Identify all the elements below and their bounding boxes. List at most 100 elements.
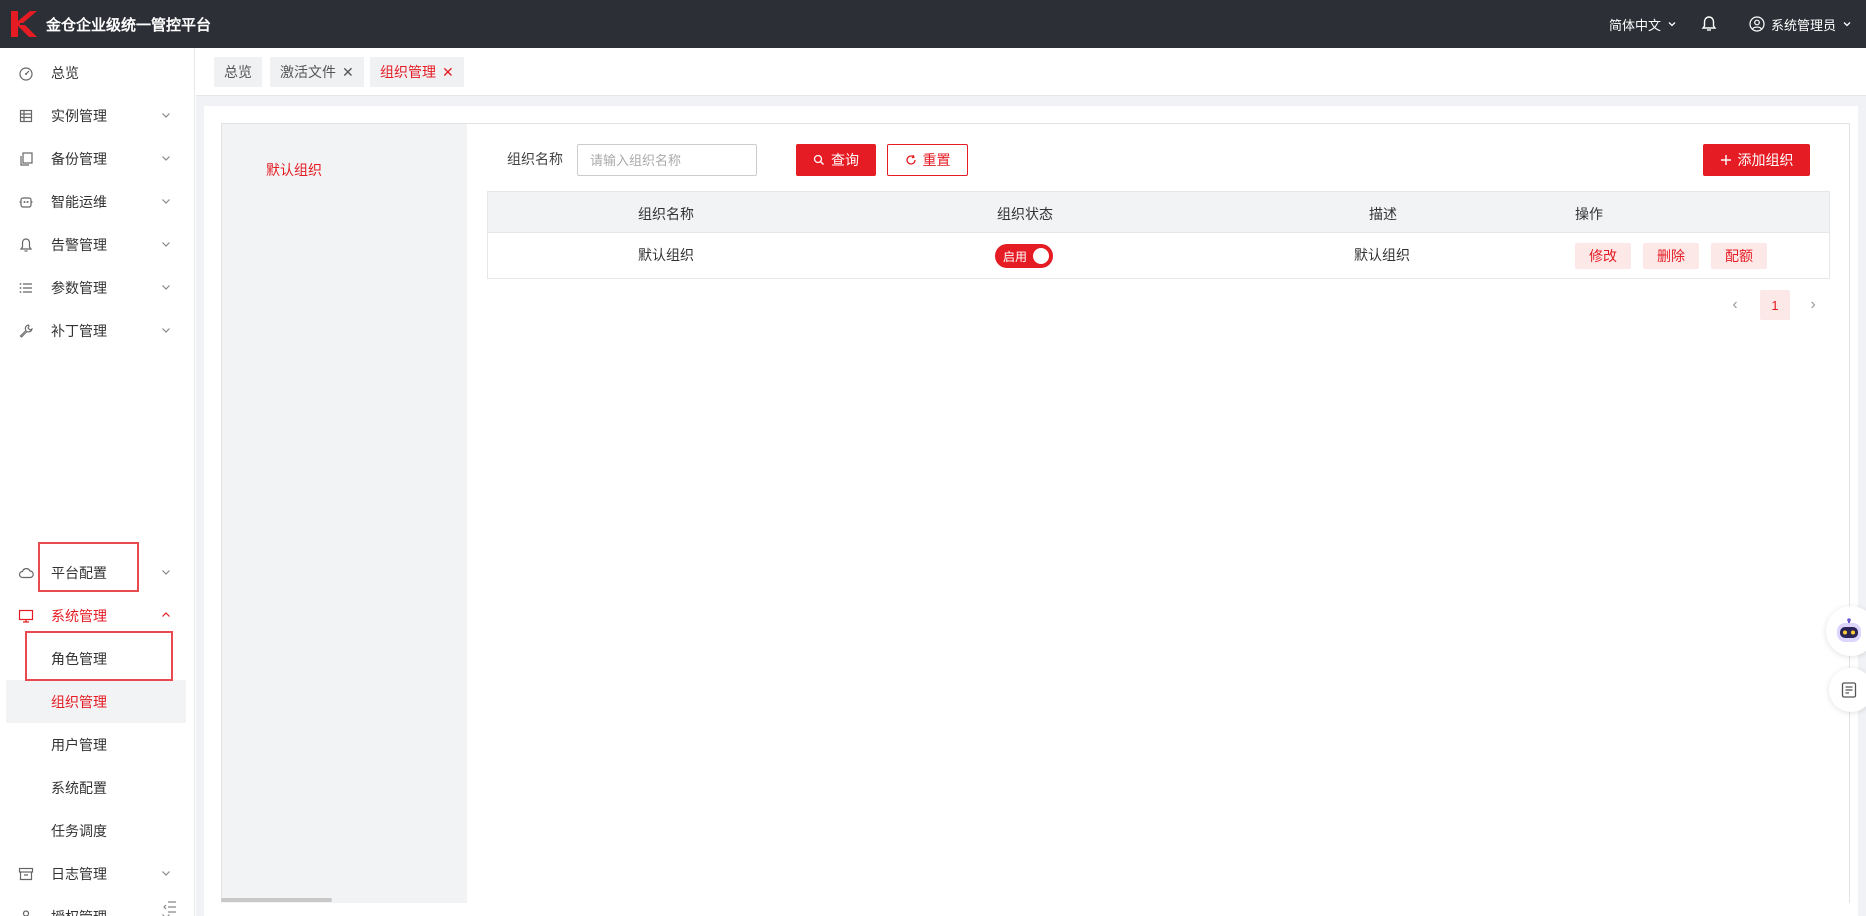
- sidebar-subitem-label: 用户管理: [51, 736, 107, 753]
- sidebar-item-platform-config[interactable]: 平台配置: [0, 551, 195, 594]
- org-name-input[interactable]: [577, 144, 757, 176]
- language-label: 简体中文: [1608, 17, 1661, 33]
- copy-icon: [18, 151, 34, 167]
- chevron-down-icon: [159, 194, 173, 208]
- query-label: 查询: [831, 152, 859, 168]
- kingbase-logo-icon: [11, 11, 37, 37]
- sidebar-item-parameters[interactable]: 参数管理: [0, 266, 195, 309]
- close-icon[interactable]: ✕: [342, 65, 354, 79]
- tab-label: 激活文件: [280, 64, 336, 80]
- chevron-up-icon: [159, 608, 173, 622]
- add-organization-button[interactable]: 添加组织: [1703, 144, 1810, 176]
- sidebar-item-label: 备份管理: [51, 150, 107, 167]
- sidebar-item-label: 日志管理: [51, 865, 107, 882]
- pagination-page-1[interactable]: 1: [1760, 290, 1790, 320]
- cell-org-name: 默认组织: [638, 247, 694, 263]
- user-menu[interactable]: 系统管理员: [1749, 15, 1852, 34]
- logo: [0, 0, 46, 48]
- collapse-sidebar-icon[interactable]: [162, 899, 178, 915]
- sidebar-item-label: 授权管理: [51, 907, 107, 916]
- user-avatar-icon: [1749, 16, 1765, 32]
- tab-organization[interactable]: 组织管理 ✕: [370, 57, 464, 87]
- dashboard-icon: [18, 65, 34, 81]
- search-icon: [813, 154, 824, 165]
- toggle-knob: [1033, 248, 1049, 264]
- bell-icon: [18, 237, 34, 253]
- sidebar-item-label: 平台配置: [51, 564, 107, 581]
- sidebar-subitem-organizations[interactable]: 组织管理: [6, 680, 186, 723]
- notes-icon: [1841, 682, 1857, 698]
- sidebar-item-patches[interactable]: 补丁管理: [0, 309, 195, 352]
- sidebar-subitem-users[interactable]: 用户管理: [0, 723, 195, 766]
- query-button[interactable]: 查询: [796, 144, 876, 176]
- chevron-down-icon: [159, 323, 173, 337]
- column-header-description: 描述: [1369, 206, 1397, 222]
- tab-bar: 总览 激活文件 ✕ 组织管理 ✕: [196, 48, 1866, 96]
- column-header-status: 组织状态: [997, 206, 1053, 222]
- sidebar-subitem-task-schedule[interactable]: 任务调度: [0, 809, 195, 852]
- pagination-prev-icon[interactable]: ‹: [1725, 295, 1745, 315]
- close-icon[interactable]: ✕: [442, 65, 454, 79]
- sidebar-subitem-roles[interactable]: 角色管理: [0, 637, 195, 680]
- sidebar-subitem-label: 系统配置: [51, 779, 107, 796]
- horizontal-scrollbar[interactable]: [221, 898, 332, 902]
- pagination-next-icon[interactable]: ›: [1803, 295, 1823, 315]
- database-icon: [18, 108, 34, 124]
- sidebar: 总览 实例管理 备份管理 智能运维 告警管理 参数管理 补丁管理 平台配置 系统…: [0, 48, 195, 916]
- sidebar-subitem-system-config[interactable]: 系统配置: [0, 766, 195, 809]
- plus-icon: [1720, 155, 1731, 165]
- column-header-actions: 操作: [1575, 206, 1603, 222]
- chevron-down-icon: [1843, 22, 1851, 27]
- sidebar-item-label: 系统管理: [51, 607, 107, 624]
- delete-button[interactable]: 删除: [1643, 243, 1699, 269]
- table-header: 组织名称 组织状态 描述 操作: [488, 192, 1829, 233]
- sidebar-subitem-label: 任务调度: [51, 822, 107, 839]
- robot-assistant-icon: [1837, 618, 1861, 642]
- wrench-icon: [18, 323, 34, 339]
- add-organization-label: 添加组织: [1737, 152, 1794, 168]
- chevron-down-icon: [159, 866, 173, 880]
- sidebar-item-instances[interactable]: 实例管理: [0, 94, 195, 137]
- chevron-down-icon: [1668, 22, 1676, 27]
- refresh-icon: [905, 154, 916, 165]
- chevron-down-icon: [159, 565, 173, 579]
- quota-button[interactable]: 配额: [1711, 243, 1767, 269]
- cloud-icon: [18, 565, 34, 581]
- sidebar-item-label: 实例管理: [51, 107, 107, 124]
- archive-icon: [18, 866, 34, 882]
- status-toggle[interactable]: 启用: [995, 244, 1053, 268]
- app-title: 金仓企业级统一管控平台: [46, 16, 212, 34]
- org-name-filter-label: 组织名称: [507, 151, 563, 167]
- top-bar: 金仓企业级统一管控平台 简体中文 系统管理员: [0, 0, 1866, 48]
- chevron-down-icon: [159, 280, 173, 294]
- tab-label: 总览: [224, 64, 252, 80]
- tree-node-default-org[interactable]: 默认组织: [266, 160, 322, 180]
- sidebar-item-backup[interactable]: 备份管理: [0, 137, 195, 180]
- sidebar-item-alerts[interactable]: 告警管理: [0, 223, 195, 266]
- language-selector[interactable]: 简体中文: [1609, 15, 1677, 34]
- notification-bell-icon[interactable]: [1699, 14, 1719, 34]
- notes-float-button[interactable]: [1829, 668, 1866, 712]
- chevron-down-icon: [159, 237, 173, 251]
- monitor-icon: [18, 608, 34, 624]
- tab-overview[interactable]: 总览: [214, 57, 262, 87]
- stamp-icon: [18, 909, 34, 916]
- chevron-down-icon: [159, 151, 173, 165]
- edit-button[interactable]: 修改: [1575, 243, 1631, 269]
- org-tree-panel: 默认组织: [221, 123, 467, 903]
- sidebar-item-logs[interactable]: 日志管理: [0, 852, 195, 895]
- sidebar-item-label: 参数管理: [51, 279, 107, 296]
- sidebar-item-smart-ops[interactable]: 智能运维: [0, 180, 195, 223]
- sidebar-item-label: 补丁管理: [51, 322, 107, 339]
- sidebar-item-overview[interactable]: 总览: [0, 51, 195, 94]
- sidebar-item-system[interactable]: 系统管理: [0, 594, 195, 637]
- sidebar-subitem-label: 角色管理: [51, 650, 107, 667]
- sidebar-item-label: 总览: [51, 64, 79, 81]
- column-header-name: 组织名称: [638, 206, 694, 222]
- org-table: 组织名称 组织状态 描述 操作 默认组织 启用 默认组织 修改 删除 配额: [487, 191, 1830, 279]
- tab-activation-file[interactable]: 激活文件 ✕: [270, 57, 364, 87]
- tab-label: 组织管理: [380, 64, 436, 80]
- sidebar-item-label: 告警管理: [51, 236, 107, 253]
- reset-button[interactable]: 重置: [887, 144, 968, 176]
- user-name: 系统管理员: [1770, 17, 1836, 33]
